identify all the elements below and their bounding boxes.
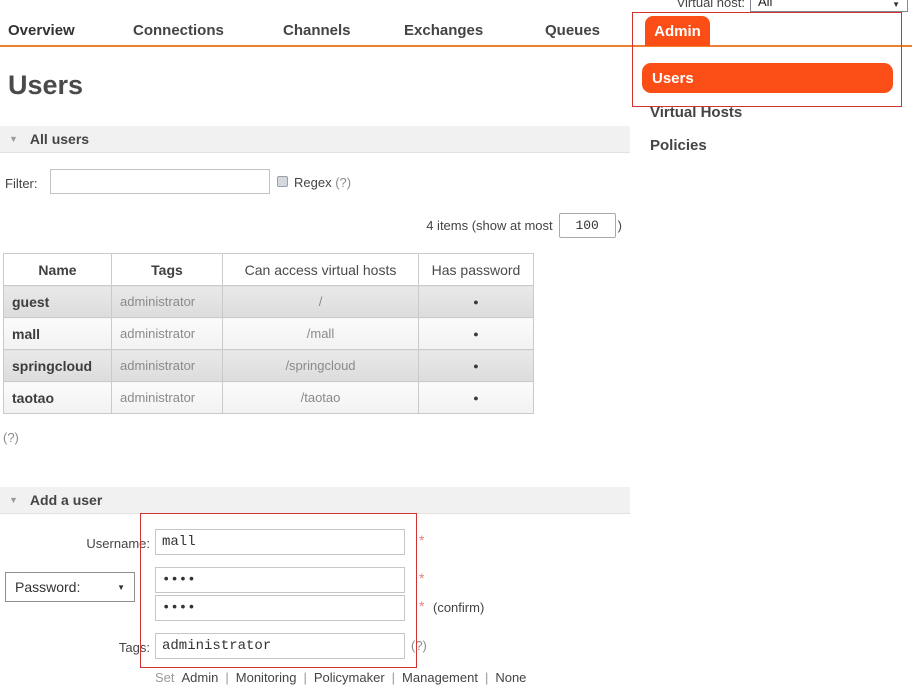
user-vhosts: / xyxy=(223,286,419,318)
virtual-host-value: All xyxy=(758,0,772,9)
user-vhosts: /springcloud xyxy=(223,350,419,382)
collapse-triangle-icon: ▼ xyxy=(9,134,18,144)
table-help-link[interactable]: (?) xyxy=(3,430,19,445)
section-header-add-user[interactable]: ▼ Add a user xyxy=(0,487,630,514)
table-row: taotao administrator /taotao ● xyxy=(4,382,534,414)
tag-shortcuts-row: Set Admin | Monitoring | Policymaker | M… xyxy=(155,670,526,685)
regex-help-link[interactable]: (?) xyxy=(335,175,351,190)
tags-label: Tags: xyxy=(55,640,150,655)
tag-link-management[interactable]: Management xyxy=(402,670,478,685)
column-header-tags[interactable]: Tags xyxy=(112,254,223,286)
regex-text: Regex xyxy=(294,175,332,190)
nav-underline xyxy=(0,45,912,47)
tab-connections[interactable]: Connections xyxy=(133,22,224,39)
username-label: Username: xyxy=(55,536,150,551)
tab-queues[interactable]: Queues xyxy=(545,22,600,39)
user-name-link[interactable]: springcloud xyxy=(4,350,112,382)
required-marker: * xyxy=(419,598,424,614)
tab-channels[interactable]: Channels xyxy=(283,22,351,39)
tags-help-link[interactable]: (?) xyxy=(411,638,427,653)
items-count-suffix: ) xyxy=(618,218,622,233)
set-label: Set xyxy=(155,670,175,685)
virtual-host-select[interactable]: All ▼ xyxy=(750,0,908,12)
separator: | xyxy=(392,670,395,685)
password-confirm-field[interactable] xyxy=(155,595,405,621)
tab-overview[interactable]: Overview xyxy=(8,22,75,39)
required-marker: * xyxy=(419,570,424,586)
tag-link-none[interactable]: None xyxy=(495,670,526,685)
password-select-value: Password: xyxy=(15,579,80,595)
tab-admin-selected[interactable]: Admin xyxy=(645,16,710,46)
tag-link-admin[interactable]: Admin xyxy=(182,670,219,685)
confirm-label: (confirm) xyxy=(433,600,484,615)
table-row: springcloud administrator /springcloud ● xyxy=(4,350,534,382)
users-table: Name Tags Can access virtual hosts Has p… xyxy=(3,253,534,414)
section-title: Add a user xyxy=(30,492,102,508)
username-field[interactable] xyxy=(155,529,405,555)
show-at-most-input[interactable] xyxy=(559,213,616,238)
table-header-row: Name Tags Can access virtual hosts Has p… xyxy=(4,254,534,286)
chevron-down-icon: ▼ xyxy=(117,583,125,592)
filter-input[interactable] xyxy=(50,169,270,194)
rabbitmq-admin-users-page: Virtual host: All ▼ Overview Connections… xyxy=(0,0,912,694)
user-tags: administrator xyxy=(112,318,223,350)
column-header-name[interactable]: Name xyxy=(4,254,112,286)
section-title: All users xyxy=(30,131,89,147)
sidebar-item-users-selected[interactable]: Users xyxy=(642,63,893,93)
section-header-all-users[interactable]: ▼ All users xyxy=(0,126,630,153)
column-header-vhosts: Can access virtual hosts xyxy=(223,254,419,286)
separator: | xyxy=(303,670,306,685)
user-tags: administrator xyxy=(112,286,223,318)
items-count-text: 4 items (show at most xyxy=(426,218,552,233)
separator: | xyxy=(485,670,488,685)
tag-link-monitoring[interactable]: Monitoring xyxy=(236,670,297,685)
virtual-host-label: Virtual host: xyxy=(645,0,745,10)
user-name-link[interactable]: taotao xyxy=(4,382,112,414)
user-vhosts: /mall xyxy=(223,318,419,350)
sidebar-item-virtual-hosts[interactable]: Virtual Hosts xyxy=(650,104,742,121)
regex-label: Regex (?) xyxy=(294,175,351,190)
user-tags: administrator xyxy=(112,350,223,382)
has-password-dot: ● xyxy=(419,318,534,350)
has-password-dot: ● xyxy=(419,382,534,414)
page-title: Users xyxy=(8,70,83,101)
chevron-down-icon: ▼ xyxy=(892,0,900,9)
password-type-select[interactable]: Password: ▼ xyxy=(5,572,135,602)
separator: | xyxy=(225,670,228,685)
user-name-link[interactable]: mall xyxy=(4,318,112,350)
tab-exchanges[interactable]: Exchanges xyxy=(404,22,483,39)
tags-field[interactable] xyxy=(155,633,405,659)
password-field[interactable] xyxy=(155,567,405,593)
table-row: mall administrator /mall ● xyxy=(4,318,534,350)
table-row: guest administrator / ● xyxy=(4,286,534,318)
has-password-dot: ● xyxy=(419,350,534,382)
sidebar-item-policies[interactable]: Policies xyxy=(650,137,707,154)
tag-link-policymaker[interactable]: Policymaker xyxy=(314,670,385,685)
collapse-triangle-icon: ▼ xyxy=(9,495,18,505)
filter-label: Filter: xyxy=(5,176,38,191)
required-marker: * xyxy=(419,532,424,548)
user-vhosts: /taotao xyxy=(223,382,419,414)
regex-checkbox[interactable] xyxy=(277,176,288,187)
items-count-row: 4 items (show at most ) xyxy=(300,212,622,238)
has-password-dot: ● xyxy=(419,286,534,318)
column-header-has-password: Has password xyxy=(419,254,534,286)
user-tags: administrator xyxy=(112,382,223,414)
user-name-link[interactable]: guest xyxy=(4,286,112,318)
